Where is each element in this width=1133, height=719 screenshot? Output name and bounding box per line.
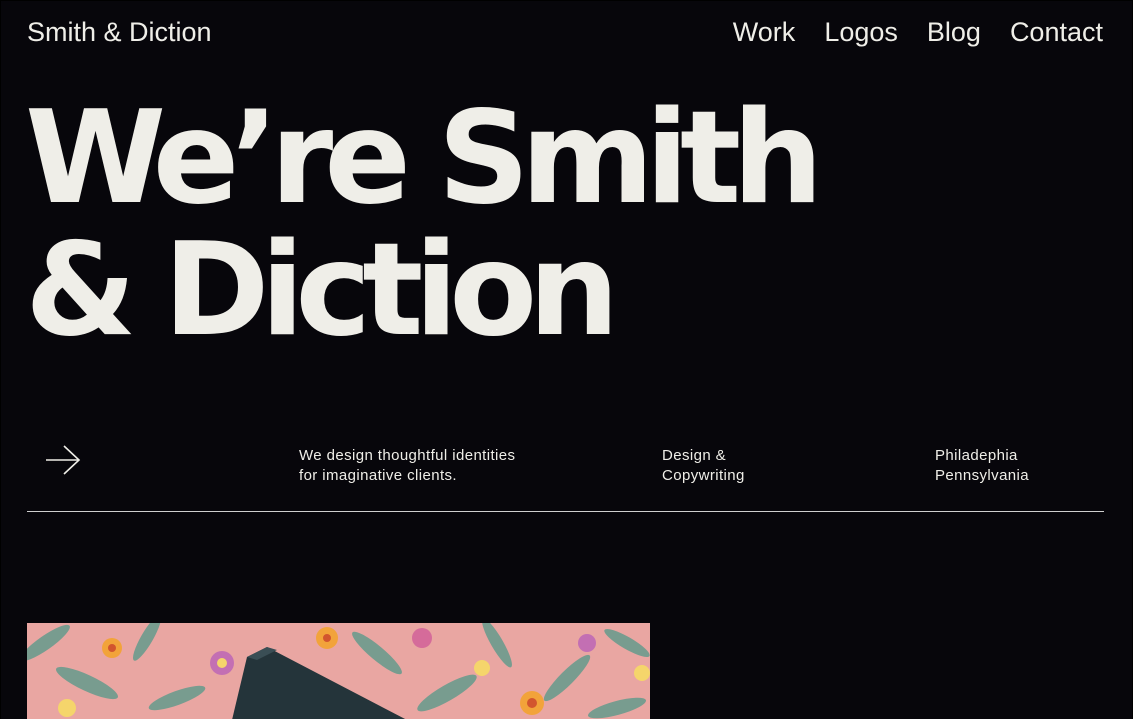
- location-label: Philadephia Pennsylvania: [935, 446, 1029, 486]
- services-label: Design & Copywriting: [662, 446, 745, 486]
- nav-link-contact[interactable]: Contact: [1010, 16, 1103, 48]
- location-line-1: Philadephia: [935, 447, 1018, 464]
- featured-project-image[interactable]: [27, 623, 650, 719]
- section-divider: [27, 511, 1104, 512]
- brand-logo-link[interactable]: Smith & Diction: [27, 16, 212, 48]
- page: Smith & Diction Work Logos Blog Contact …: [1, 1, 1132, 719]
- hero-line-1: We’re Smith: [25, 84, 823, 233]
- tagline-line-1: We design thoughtful identities: [299, 447, 516, 464]
- hero-line-2: & Diction: [25, 216, 619, 365]
- nav-link-logos[interactable]: Logos: [824, 16, 898, 48]
- hero-heading: We’re Smith & Diction: [25, 84, 823, 365]
- nav-link-blog[interactable]: Blog: [927, 16, 981, 48]
- main-nav: Work Logos Blog Contact: [733, 16, 1103, 48]
- tagline-line-2: for imaginative clients.: [299, 467, 457, 484]
- services-line-2: Copywriting: [662, 467, 745, 484]
- tagline: We design thoughtful identities for imag…: [299, 446, 515, 486]
- arrow-right-icon[interactable]: [45, 444, 81, 476]
- nav-link-work[interactable]: Work: [733, 16, 796, 48]
- location-line-2: Pennsylvania: [935, 467, 1030, 484]
- services-line-1: Design &: [662, 447, 727, 464]
